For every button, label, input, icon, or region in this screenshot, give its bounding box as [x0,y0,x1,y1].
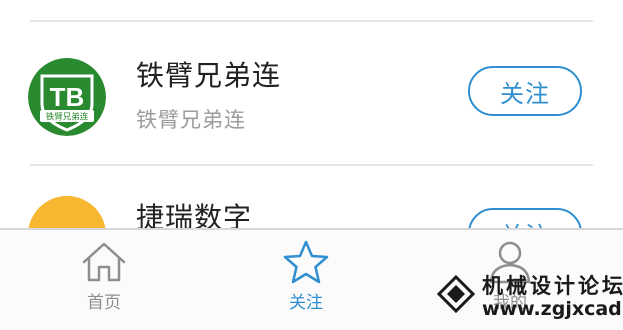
account-subtitle: 铁臂兄弟连 [136,108,246,132]
list-item[interactable]: TB 铁臂兄弟连 铁臂兄弟连 铁臂兄弟连 关注 [0,22,623,152]
watermark-logo-icon [436,274,476,314]
watermark-url: www.zgjxcad.com [482,298,623,320]
avatar[interactable] [28,196,106,232]
account-name: 铁臂兄弟连 [136,59,282,92]
avatar-logo-icon [28,196,106,232]
avatar-ribbon-text: 铁臂兄弟连 [46,112,89,123]
home-icon [82,242,126,282]
follow-button[interactable]: 关注 [468,66,582,116]
account-list: TB 铁臂兄弟连 铁臂兄弟连 铁臂兄弟连 关注 捷瑞数字 关注 [0,0,623,232]
tab-follow[interactable]: 关注 [256,230,356,330]
tb-logo-icon: TB 铁臂兄弟连 [28,58,106,136]
list-item[interactable]: 捷瑞数字 关注 [0,166,623,232]
tab-home[interactable]: 首页 [54,230,154,330]
follow-list-page: TB 铁臂兄弟连 铁臂兄弟连 铁臂兄弟连 关注 捷瑞数字 关注 [0,0,623,330]
star-icon [283,240,329,284]
avatar-badge-text: TB [50,82,85,112]
tab-follow-label: 关注 [289,293,323,313]
watermark-title: 机械设计论坛 [482,274,623,298]
account-name: 捷瑞数字 [136,201,253,232]
avatar[interactable]: TB 铁臂兄弟连 [28,58,106,136]
tab-home-label: 首页 [87,293,121,313]
watermark: 机械设计论坛 www.zgjxcad.com [436,270,623,326]
